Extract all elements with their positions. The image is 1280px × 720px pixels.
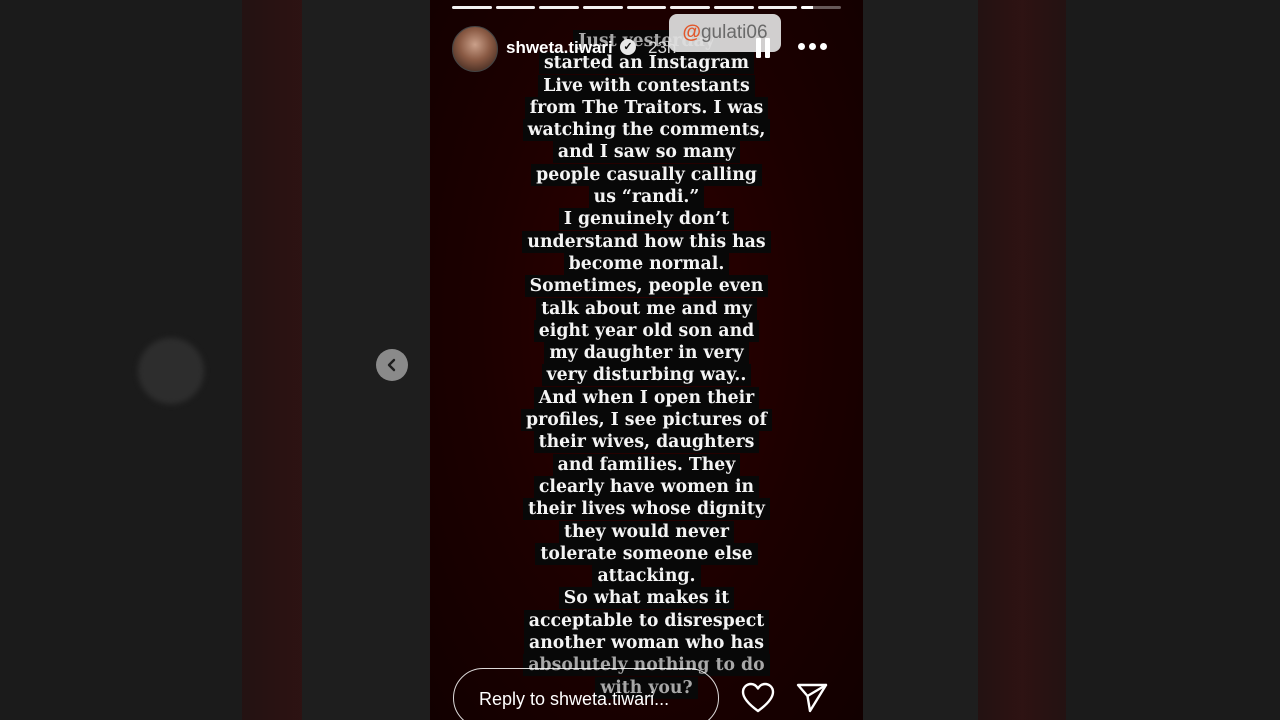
reply-placeholder: Reply to shweta.tiwari...	[479, 689, 670, 709]
progress-segment	[452, 6, 492, 9]
story-text-line: clearly have women in	[430, 475, 863, 498]
previous-story-button[interactable]	[376, 349, 408, 381]
story-text-line: and I saw so many	[430, 141, 863, 164]
progress-segment-current	[801, 6, 842, 9]
verified-badge-icon: ✓	[620, 39, 636, 55]
story-text-line: my daughter in very	[430, 342, 863, 365]
story-text-line: us “randi.”	[430, 186, 863, 209]
blurred-next-story	[978, 0, 1066, 720]
story-text-line: they would never	[430, 520, 863, 543]
story-text-line: talk about me and my	[430, 297, 863, 320]
story-text-line: And when I open their	[430, 386, 863, 409]
blurred-previous-avatar	[138, 338, 204, 404]
story-username[interactable]: shweta.tiwari	[506, 38, 613, 58]
more-icon[interactable]	[798, 43, 828, 53]
story-text-line: very disturbing way..	[430, 364, 863, 387]
story-text-line: their wives, daughters	[430, 431, 863, 454]
story-text-line: attacking.	[430, 565, 863, 588]
pause-icon[interactable]	[755, 38, 771, 58]
story-text-line: people casually calling	[430, 163, 863, 186]
story-text-line: Live with contestants	[430, 74, 863, 97]
story-text-line: tolerate someone else	[430, 542, 863, 565]
story-text-line: acceptable to disrespect	[430, 609, 863, 632]
progress-segment	[757, 6, 798, 9]
story-text-line: profiles, I see pictures of	[430, 409, 863, 432]
progress-segment	[626, 6, 667, 9]
progress-segment	[539, 6, 580, 9]
story-text-line: I genuinely don’t	[430, 208, 863, 231]
mention-at-glyph: @	[682, 22, 701, 43]
progress-segment	[714, 6, 754, 9]
story-text-line: from The Traitors. I was	[430, 96, 863, 119]
story-text-line: become normal.	[430, 252, 863, 275]
story-text-line: eight year old son and	[430, 319, 863, 342]
progress-segment	[670, 6, 711, 9]
story-card[interactable]: Just yesterday started an Instagram Live w…	[430, 0, 863, 720]
story-text-line: their lives whose dignity	[430, 498, 863, 521]
story-text-line: understand how this has	[430, 230, 863, 253]
chevron-left-icon	[387, 358, 396, 372]
story-text-line: Sometimes, people even	[430, 275, 863, 298]
heart-icon[interactable]	[741, 682, 775, 714]
story-text-line: So what makes it	[430, 587, 863, 610]
progress-segment	[583, 6, 623, 9]
send-icon[interactable]	[795, 682, 829, 714]
story-text-line: watching the comments,	[430, 119, 863, 142]
story-progress-bar	[452, 6, 842, 9]
progress-segment	[495, 6, 536, 9]
avatar[interactable]	[452, 26, 498, 72]
story-text: Just yesterday started an Instagram Live w…	[430, 30, 863, 699]
story-text-line: and families. They	[430, 453, 863, 476]
story-text-line: another woman who has	[430, 632, 863, 655]
